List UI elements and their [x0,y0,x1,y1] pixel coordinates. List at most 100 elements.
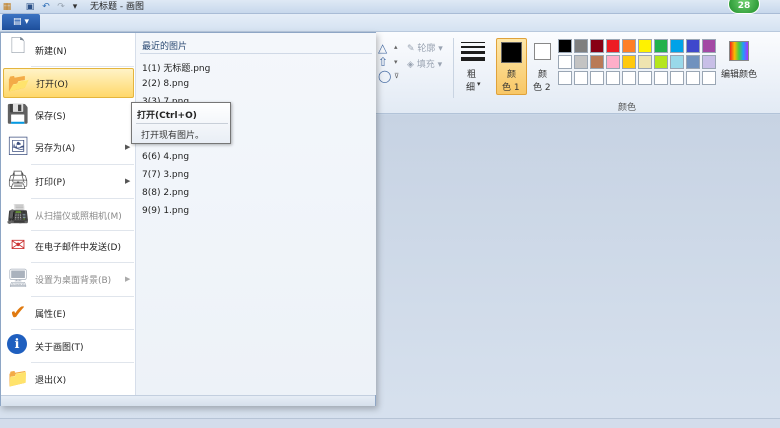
colors-group-label: 颜色 [618,103,637,113]
palette-swatch[interactable] [590,55,604,69]
menu-item-send-email[interactable]: ✉ 在电子邮件中发送(D) [3,231,134,261]
arrow-shape-icon[interactable]: ⇧ [378,55,388,69]
palette-swatch[interactable] [590,39,604,53]
chevron-down-icon: ▾ [477,80,481,88]
recent-item[interactable]: 7(7) 3.png [142,170,189,180]
color-1-label-line1: 颜 [507,70,517,80]
save-icon[interactable]: ▣ [24,1,36,13]
menu-divider [31,362,134,363]
menu-item-label: 从扫描仪或照相机(M) [35,211,122,222]
outline-dropdown[interactable]: ✎ 轮廓 ▾ [407,41,443,54]
window-title: 无标题 - 画图 [90,2,144,12]
shapes-scroll-down-icon[interactable]: ▾ [394,58,398,66]
palette-swatch[interactable] [686,39,700,53]
size-line [461,42,485,43]
palette-swatch[interactable] [590,71,604,85]
submenu-arrow-icon: ▶ [125,275,131,283]
outline-label: 轮廓 [417,44,436,54]
scanner-icon: 📠 [6,203,30,225]
palette-swatch[interactable] [702,71,716,85]
redo-icon[interactable]: ↷ [55,1,67,13]
palette-swatch[interactable] [654,39,668,53]
exit-icon: 📁 [6,367,30,389]
palette-swatch[interactable] [702,39,716,53]
palette-swatch[interactable] [670,55,684,69]
tooltip-description: 打开现有图片。 [141,131,205,141]
fill-dropdown[interactable]: ◈ 填充 ▾ [407,57,442,70]
menu-item-label: 打印(P) [35,177,66,188]
title-bar: ▦ ▣ ↶ ↷ ▾ 无标题 - 画图 28 [0,0,780,14]
palette-swatch[interactable] [622,55,636,69]
menu-item-label: 另存为(A) [35,143,76,154]
paint-app-icon[interactable]: ▦ [2,1,12,13]
menu-item-properties[interactable]: ✔ 属性(E) [3,298,134,328]
menu-item-exit[interactable]: 📁 退出(X) [3,364,134,394]
menu-item-new[interactable]: 🗋 新建(N) [3,35,134,65]
palette-swatch[interactable] [670,71,684,85]
triangle-shape-icon[interactable]: △ [378,41,387,55]
palette-swatch[interactable] [654,55,668,69]
menu-item-label: 保存(S) [35,111,66,122]
recent-pictures-panel: 最近的图片 1(1) 无标题.png 2(2) 8.png 3(3) 7.png… [136,33,376,395]
info-icon: ℹ [7,334,27,354]
palette-swatch[interactable] [686,55,700,69]
shapes-more-icon[interactable]: ⊽ [394,72,399,80]
palette-swatch[interactable] [654,71,668,85]
palette-swatch[interactable] [574,39,588,53]
size-line [461,51,485,54]
recent-item[interactable]: 1(1) 无标题.png [142,61,210,74]
menu-item-open[interactable]: 📂 打开(O) [3,68,134,98]
menu-item-about-paint[interactable]: ℹ 关于画图(T) [3,331,134,361]
edit-colors-icon[interactable] [729,41,749,61]
menu-item-print[interactable]: 🖨 打印(P) ▶ [3,166,134,196]
palette-swatch[interactable] [558,39,572,53]
menu-item-save-as[interactable]: 🖼 另存为(A) ▶ [3,132,134,162]
recent-item[interactable]: 6(6) 4.png [142,152,189,162]
color-2-button[interactable] [534,43,551,60]
recent-pictures-title: 最近的图片 [142,42,188,52]
edit-colors-button[interactable]: 编辑颜色 [721,67,757,80]
customize-quick-access-icon[interactable]: ▾ [70,1,80,13]
shapes-scroll-up-icon[interactable]: ▴ [394,43,398,51]
notification-badge[interactable]: 28 [728,0,760,14]
save-icon: 💾 [6,103,30,125]
new-icon: 🗋 [10,36,26,57]
undo-icon[interactable]: ↶ [40,1,52,13]
callout-shape-icon[interactable]: ◯ [378,69,391,83]
palette-swatch[interactable] [670,39,684,53]
file-menu-button[interactable]: ▤ ▾ [2,14,40,30]
file-menu: 🗋 新建(N) 📂 打开(O) 💾 保存(S) 🖼 另存为(A) ▶ 🖨 打印(… [0,32,376,406]
menu-item-label: 新建(N) [35,46,67,57]
palette-swatch[interactable] [638,55,652,69]
color-1-label-line2: 色 1 [502,83,520,93]
menu-item-label: 退出(X) [35,375,67,386]
menu-divider [31,329,134,330]
recent-item[interactable]: 8(8) 2.png [142,188,189,198]
tooltip-title: 打开(Ctrl+O) [137,111,197,121]
palette-swatch[interactable] [558,71,572,85]
size-button[interactable] [461,42,485,64]
palette-swatch[interactable] [638,39,652,53]
palette-swatch[interactable] [686,71,700,85]
email-icon: ✉ [10,234,26,256]
menu-item-label: 在电子邮件中发送(D) [35,242,121,253]
checkmark-icon: ✔ [9,300,27,324]
menu-item-save[interactable]: 💾 保存(S) [3,100,134,130]
color-2-label-line1: 颜 [538,70,548,80]
palette-swatch[interactable] [702,55,716,69]
palette-swatch[interactable] [622,71,636,85]
recent-item[interactable]: 9(9) 1.png [142,206,189,216]
palette-swatch[interactable] [606,71,620,85]
palette-swatch[interactable] [622,39,636,53]
palette-swatch[interactable] [638,71,652,85]
palette-swatch[interactable] [606,55,620,69]
palette-swatch[interactable] [574,55,588,69]
ribbon-divider [453,38,454,98]
palette-swatch[interactable] [558,55,572,69]
menu-divider [31,262,134,263]
menu-item-label: 打开(O) [36,79,69,90]
palette-swatch[interactable] [574,71,588,85]
palette-swatch[interactable] [606,39,620,53]
recent-item[interactable]: 2(2) 8.png [142,79,189,89]
ribbon-tab-strip [0,14,780,32]
